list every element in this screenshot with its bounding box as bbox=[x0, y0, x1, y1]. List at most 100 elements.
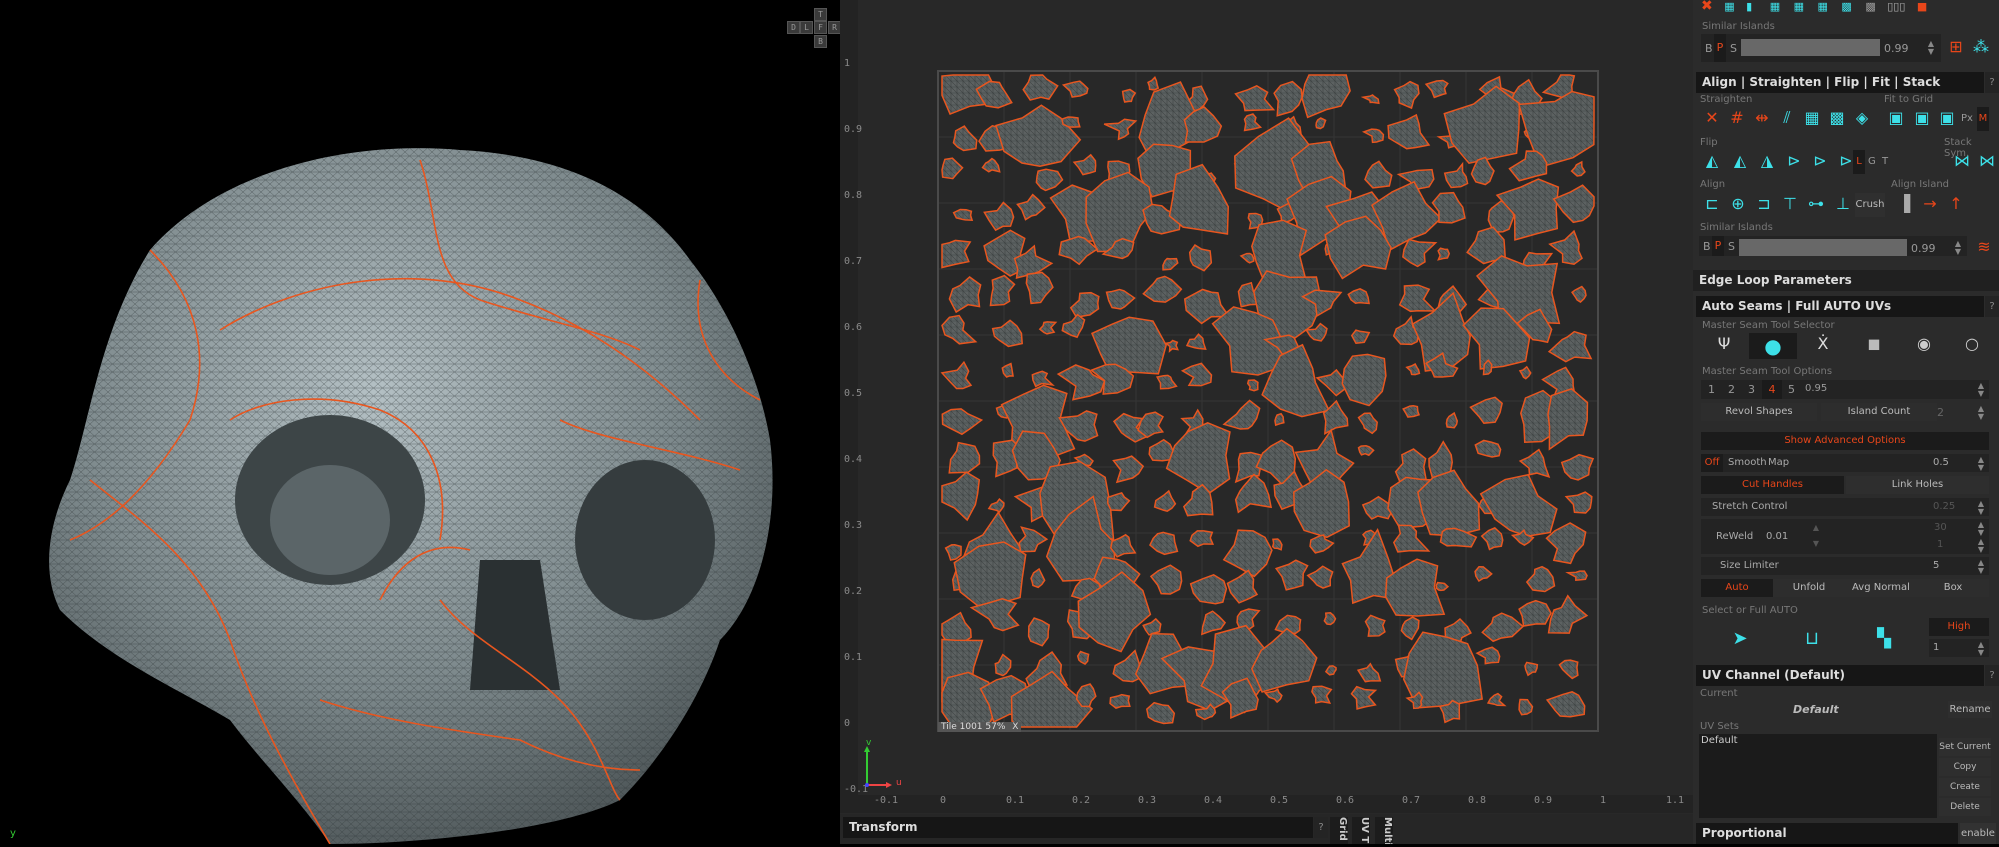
level-spinner[interactable]: ▲ ▼ bbox=[1976, 382, 1986, 398]
uv-island[interactable] bbox=[1105, 288, 1136, 310]
uv-island[interactable] bbox=[1250, 627, 1318, 693]
uv-island[interactable] bbox=[1293, 468, 1350, 539]
column-icon[interactable]: ▮ bbox=[1746, 0, 1752, 13]
uv-island[interactable] bbox=[1547, 330, 1593, 363]
flip-t-button[interactable]: T bbox=[1882, 156, 1888, 167]
uv-island[interactable] bbox=[1107, 492, 1131, 512]
transform-help-button[interactable]: ? bbox=[1314, 817, 1328, 838]
uv-island[interactable] bbox=[989, 274, 1016, 307]
uv-island[interactable] bbox=[1475, 646, 1501, 665]
m-button[interactable]: M bbox=[1977, 107, 1989, 131]
uv-island[interactable] bbox=[1545, 691, 1586, 718]
rotate-2-icon[interactable]: ⊳ bbox=[1809, 150, 1831, 172]
fit-grid-plus-icon[interactable]: ▣ bbox=[1885, 107, 1907, 129]
align-left-icon[interactable]: ⊏ bbox=[1701, 193, 1723, 215]
level-value[interactable]: 0.95 bbox=[1805, 383, 1827, 394]
flip-h-icon[interactable]: ◭ bbox=[1701, 150, 1723, 172]
grid-align-2-icon[interactable]: ▩ bbox=[1826, 107, 1848, 129]
uv-island[interactable] bbox=[981, 157, 1001, 173]
size-limiter-value[interactable]: 5 bbox=[1933, 560, 1939, 571]
uv-island[interactable] bbox=[1273, 80, 1303, 117]
uv-island[interactable] bbox=[1243, 113, 1263, 132]
stretch-value[interactable]: 0.25 bbox=[1933, 501, 1955, 512]
px-button[interactable]: Px bbox=[1961, 113, 1973, 124]
uv-island[interactable] bbox=[1137, 411, 1165, 439]
similar-islands-2-slider[interactable] bbox=[1739, 239, 1907, 256]
tab-grid[interactable]: Grid bbox=[1330, 817, 1348, 844]
uv-set-item[interactable]: Default bbox=[1699, 734, 1937, 747]
uv-island[interactable] bbox=[1480, 527, 1504, 551]
uv-island[interactable] bbox=[983, 201, 1015, 232]
uv-island[interactable] bbox=[1301, 74, 1351, 119]
uv-island[interactable] bbox=[1481, 612, 1525, 643]
high-quality-button[interactable]: High Quality bbox=[1929, 618, 1989, 650]
uv-island[interactable] bbox=[1239, 252, 1255, 264]
uv-island[interactable] bbox=[1518, 599, 1552, 627]
smooth-spinner[interactable]: ▲ ▼ bbox=[1976, 456, 1986, 472]
uv-island[interactable] bbox=[1315, 117, 1327, 130]
grid-6-icon[interactable]: ▩ bbox=[1865, 0, 1875, 13]
uv-island[interactable] bbox=[1518, 448, 1551, 479]
uv-island[interactable] bbox=[1149, 564, 1183, 595]
auto-seams-header[interactable]: Auto Seams | Full AUTO UVs bbox=[1696, 296, 1984, 317]
grid-4-icon[interactable]: ▦ bbox=[1818, 0, 1828, 13]
reweld-up-button[interactable]: ▲ bbox=[1811, 524, 1821, 532]
uv-island[interactable] bbox=[1022, 74, 1059, 101]
uv-channel-help-button[interactable]: ? bbox=[1985, 665, 1999, 686]
uv-island[interactable] bbox=[994, 653, 1012, 677]
hq-value[interactable]: 1 bbox=[1933, 642, 1939, 653]
uv-island[interactable] bbox=[1435, 581, 1450, 592]
auto-seams-help-button[interactable]: ? bbox=[1985, 296, 1999, 317]
uv-island[interactable] bbox=[1552, 184, 1595, 224]
uv-island[interactable] bbox=[1222, 399, 1261, 430]
mode-unfold-button[interactable]: Unfold bbox=[1773, 579, 1845, 597]
seam-cube-icon[interactable]: ◼ bbox=[1863, 333, 1885, 355]
similar-spinner[interactable]: ▲ ▼ bbox=[1926, 40, 1936, 56]
fit-grid-equal-icon[interactable]: ▣ bbox=[1936, 107, 1958, 129]
mode-box-button[interactable]: Box bbox=[1917, 579, 1989, 597]
flip-g-button[interactable]: G bbox=[1868, 156, 1876, 167]
uv-island[interactable] bbox=[1508, 150, 1548, 182]
uv-island[interactable] bbox=[1031, 370, 1055, 388]
island-count-value[interactable]: 2 bbox=[1937, 406, 1944, 419]
reweld-30-value[interactable]: 30 bbox=[1934, 522, 1947, 533]
uv-island[interactable] bbox=[1016, 193, 1046, 221]
uv-island[interactable] bbox=[1474, 565, 1493, 583]
uv-island[interactable] bbox=[940, 360, 973, 390]
reweld-30-spinner[interactable]: ▲ ▼ bbox=[1976, 521, 1986, 537]
seam-ring-icon[interactable]: ○ bbox=[1961, 333, 1983, 355]
seam-tree-icon[interactable]: Ψ bbox=[1713, 333, 1735, 355]
edge-loop-header[interactable]: Edge Loop Parameters bbox=[1693, 270, 1999, 291]
straighten-diag-icon[interactable]: ⫽ bbox=[1776, 107, 1798, 129]
grid-5-icon[interactable]: ▩ bbox=[1841, 0, 1851, 13]
uv-island[interactable] bbox=[1360, 94, 1380, 105]
tile-close-button[interactable]: X bbox=[1012, 722, 1018, 732]
uv-island[interactable] bbox=[1357, 412, 1378, 435]
size-limiter-spinner[interactable]: ▲ ▼ bbox=[1976, 559, 1986, 575]
uv-island[interactable] bbox=[1165, 422, 1231, 495]
uv-island[interactable] bbox=[941, 408, 984, 436]
uv-island[interactable] bbox=[1149, 531, 1179, 556]
similar-2-spinner[interactable]: ▲ ▼ bbox=[1953, 240, 1963, 256]
uv-island[interactable] bbox=[1018, 526, 1049, 553]
grid-rotate-icon[interactable]: ◈ bbox=[1851, 107, 1873, 129]
straighten-cross-icon[interactable]: ✕ bbox=[1701, 107, 1723, 129]
uv-island[interactable] bbox=[1474, 439, 1502, 458]
uv-island[interactable] bbox=[1564, 491, 1593, 514]
uv-island[interactable] bbox=[1570, 160, 1586, 177]
similar-p-button[interactable]: P bbox=[1714, 34, 1726, 62]
similar-islands-2-value[interactable]: 0.99 bbox=[1911, 242, 1936, 255]
align-bottom-icon[interactable]: ⊥ bbox=[1832, 193, 1854, 215]
uv-island[interactable] bbox=[1445, 411, 1459, 429]
uv-island[interactable] bbox=[1443, 85, 1521, 165]
hq-spinner[interactable]: ▲ ▼ bbox=[1976, 641, 1986, 657]
select-similar-tree-icon[interactable]: ⁂ bbox=[1970, 36, 1992, 58]
align-top-icon[interactable]: ⊤ bbox=[1779, 193, 1801, 215]
uv-island[interactable] bbox=[1153, 489, 1177, 513]
uv-island[interactable] bbox=[1185, 333, 1207, 350]
uv-island[interactable] bbox=[941, 157, 964, 180]
uv-island[interactable] bbox=[1402, 238, 1438, 268]
rename-button[interactable]: Rename bbox=[1948, 701, 1992, 718]
flip-l-button[interactable]: L bbox=[1853, 150, 1865, 174]
uv-island[interactable] bbox=[1364, 614, 1386, 637]
